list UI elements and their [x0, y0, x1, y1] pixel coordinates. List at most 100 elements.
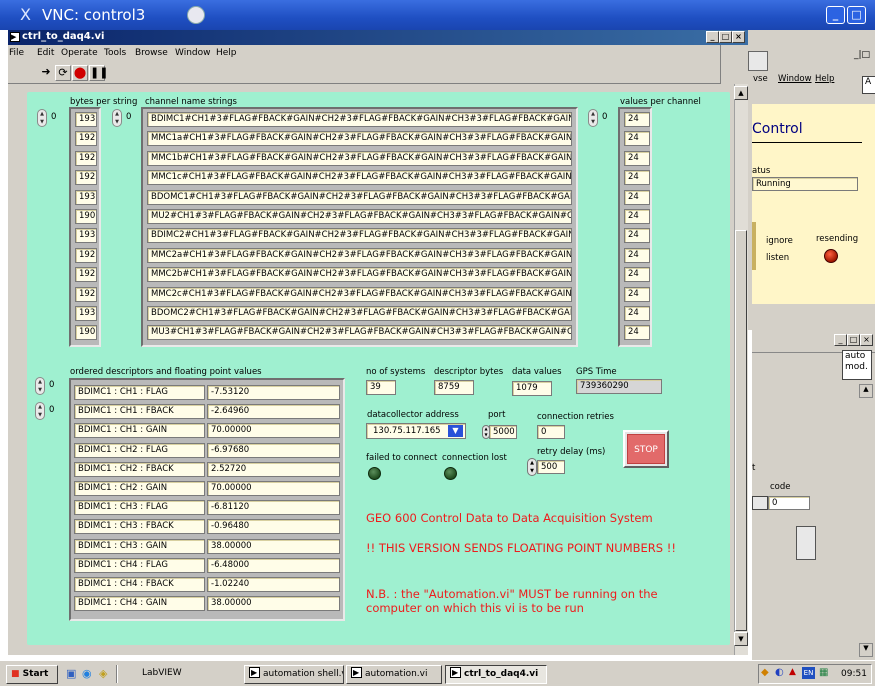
tray-icon-acrobat[interactable]: ▲ — [789, 667, 796, 677]
descriptor-bytes-field: 8759 — [434, 380, 474, 395]
index-spinner-icon[interactable]: ▲ ▼ — [35, 377, 45, 395]
bytes-per-string-cell: 190 — [75, 209, 97, 224]
index-spinner-icon[interactable]: ▲ ▼ — [35, 402, 45, 420]
bg-control-title: Control — [752, 121, 803, 137]
bytes-per-string-cell: 192 — [75, 150, 97, 166]
bg-input-a[interactable]: A — [862, 76, 875, 94]
address-value: 130.75.117.165 — [373, 426, 441, 436]
channel-name-cell: MMC1b#CH1#3#FLAG#FBACK#GAIN#CH2#3#FLAG#F… — [147, 150, 572, 166]
menu-tools[interactable]: Tools — [104, 48, 126, 58]
channel-name-cell: MMC1c#CH1#3#FLAG#FBACK#GAIN#CH2#3#FLAG#F… — [147, 170, 572, 186]
bg-t-label: t — [752, 463, 756, 473]
run-arrow-icon[interactable]: ➜ — [38, 65, 54, 81]
retry-delay-field[interactable]: 500 — [537, 460, 565, 474]
port-field[interactable]: 5000 — [489, 425, 517, 439]
bg-min-button[interactable]: _ — [834, 334, 847, 346]
explorer-icon[interactable]: ◈ — [99, 667, 107, 680]
abort-icon[interactable]: ⬤ — [72, 65, 88, 81]
descriptor-value-cell: -6.48000 — [207, 557, 340, 573]
resending-led — [824, 249, 838, 263]
dropdown-arrow-icon[interactable]: ▼ — [448, 425, 463, 437]
taskbar-labview[interactable]: LabVIEW — [138, 665, 230, 684]
bytes-array-index[interactable]: ▲ ▼ 0 — [37, 109, 65, 127]
run-continuously-icon[interactable]: ⟳ — [55, 65, 71, 81]
pause-icon[interactable]: ❚❚ — [89, 65, 108, 81]
bytes-per-string-cell: 192 — [75, 247, 97, 263]
bg-code-spin[interactable] — [752, 496, 768, 510]
maximize-button[interactable]: □ — [847, 6, 866, 24]
values-per-channel-cell: 24 — [624, 209, 650, 224]
tray-icon-language[interactable]: EN — [802, 667, 815, 679]
descriptor-name-cell: BDIMC1 : CH2 : FBACK — [74, 461, 205, 477]
bg-menu-window[interactable]: Window — [778, 74, 812, 84]
index-spinner-icon[interactable]: ▲ ▼ — [37, 109, 47, 127]
tray-icon-network[interactable]: ◐ — [775, 667, 784, 678]
values-per-channel-cell: 24 — [624, 112, 650, 127]
scroll-down-arrow[interactable]: ▼ — [734, 632, 748, 646]
values-per-channel-cell: 24 — [624, 306, 650, 321]
bg-mod-label: mod. — [845, 362, 868, 372]
browser-icon[interactable]: ◉ — [82, 667, 92, 680]
no-of-systems-field: 39 — [366, 380, 396, 395]
bg-menu-browse[interactable]: vse — [753, 74, 768, 84]
descriptor-name-cell: BDIMC1 : CH4 : GAIN — [74, 596, 205, 612]
menu-window[interactable]: Window — [175, 48, 211, 58]
background-window-automation[interactable]: _ □ × auto mod. ▲ t code 0 ▼ — [752, 330, 875, 660]
descriptors-outer-index[interactable]: ▲ ▼ 0 — [35, 377, 63, 395]
retry-delay-spinner-icon[interactable]: ▲ ▼ — [527, 458, 537, 476]
bg-code-field[interactable]: 0 — [768, 496, 810, 510]
bg-scroll-down[interactable]: ▼ — [859, 643, 873, 657]
vi-maximize-button[interactable]: □ — [719, 31, 732, 43]
index-spinner-icon[interactable]: ▲ ▼ — [112, 109, 122, 127]
connection-retries-label: connection retries — [537, 412, 614, 422]
descriptor-value-cell: -6.81120 — [207, 500, 340, 516]
bg-close-button[interactable]: × — [860, 334, 873, 346]
gps-time-field: 739360290 — [576, 379, 662, 394]
index-spinner-icon[interactable]: ▲ ▼ — [588, 109, 598, 127]
stop-button-label[interactable]: STOP — [627, 434, 665, 464]
menu-edit[interactable]: Edit — [37, 48, 54, 58]
bg-auto-box[interactable]: auto mod. — [842, 350, 872, 380]
tray-icon-shield[interactable]: ◆ — [761, 667, 769, 678]
taskbar-ctrl-to-daq4[interactable]: ctrl_to_daq4.vi — [445, 665, 547, 684]
channels-array-index[interactable]: ▲ ▼ 0 — [112, 109, 140, 127]
connection-lost-label: connection lost — [442, 453, 507, 463]
values-per-channel-cell: 24 — [624, 131, 650, 147]
bg-toolbar-icon[interactable] — [748, 51, 768, 71]
bg-scroll-thumb[interactable] — [796, 526, 816, 560]
bytes-per-string-cell: 192 — [75, 286, 97, 302]
connection-lost-led — [444, 467, 457, 480]
start-button[interactable]: ■ Start — [6, 665, 58, 684]
taskbar: ■ Start ▣ ◉ ◈ LabVIEW automation shell.v… — [0, 660, 875, 686]
menu-file[interactable]: File — [9, 48, 24, 58]
minimize-button[interactable]: _ — [826, 6, 845, 24]
values-array-index[interactable]: ▲ ▼ 0 — [588, 109, 616, 127]
bg-menu-help[interactable]: Help — [815, 74, 834, 84]
vi-close-button[interactable]: × — [732, 31, 745, 43]
descriptors-inner-index[interactable]: ▲ ▼ 0 — [35, 402, 63, 420]
menu-browse[interactable]: Browse — [135, 48, 168, 58]
values-per-channel-cell: 24 — [624, 325, 650, 341]
scroll-up-arrow[interactable]: ▲ — [734, 86, 748, 100]
bg-scroll-up[interactable]: ▲ — [859, 384, 873, 398]
vnc-title-bar: X VNC: control3 _ □ — [0, 0, 875, 30]
data-values-field: 1079 — [512, 381, 552, 396]
bytes-per-string-cell: 192 — [75, 131, 97, 147]
channel-name-cell: MMC2a#CH1#3#FLAG#FBACK#GAIN#CH2#3#FLAG#F… — [147, 247, 572, 263]
vi-menu-bar: File Edit Operate Tools Browse Window He… — [8, 45, 720, 62]
menu-help[interactable]: Help — [216, 48, 237, 58]
bg-max-button[interactable]: □ — [847, 334, 860, 346]
scroll-thumb[interactable] — [735, 230, 747, 631]
channel-name-cell: BDIMC1#CH1#3#FLAG#FBACK#GAIN#CH2#3#FLAG#… — [147, 112, 572, 127]
show-desktop-icon[interactable]: ▣ — [66, 667, 76, 680]
vi-toolbar-corner-icon — [720, 45, 748, 84]
menu-operate[interactable]: Operate — [61, 48, 98, 58]
system-tray: ◆ ◐ ▲ EN ▦ 09:51 — [758, 664, 872, 684]
taskbar-automation-shell[interactable]: automation shell.vi — [244, 665, 344, 684]
channel-name-cell: MMC2c#CH1#3#FLAG#FBACK#GAIN#CH2#3#FLAG#F… — [147, 286, 572, 302]
values-per-channel-cell: 24 — [624, 247, 650, 263]
vi-minimize-button[interactable]: _ — [706, 31, 719, 43]
floating-point-warning: !! THIS VERSION SENDS FLOATING POINT NUM… — [366, 541, 676, 555]
tray-icon-monitor[interactable]: ▦ — [819, 667, 828, 678]
taskbar-automation[interactable]: automation.vi — [346, 665, 442, 684]
